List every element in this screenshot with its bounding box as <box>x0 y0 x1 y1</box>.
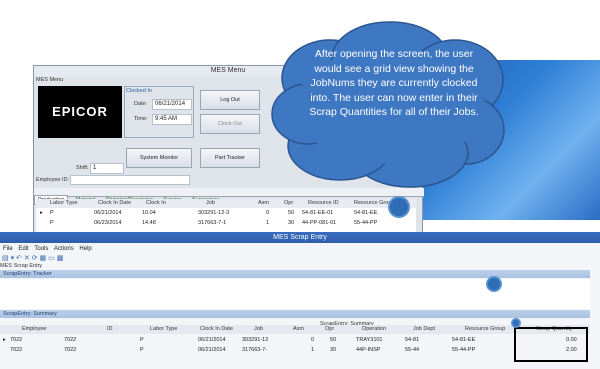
grid-header: Asm <box>258 200 269 206</box>
col-job-dept: Job Dept <box>413 326 436 332</box>
table-cell: 44P-INSP <box>356 347 381 353</box>
grid-header: Opr <box>284 200 294 206</box>
undo-icon[interactable]: ↶ <box>16 255 22 262</box>
table-cell: 317663-7- <box>242 347 268 353</box>
menu-actions[interactable]: Actions <box>54 246 74 252</box>
time-label: Time: <box>134 116 148 122</box>
employee-id-label: Employee ID: <box>36 177 70 183</box>
grid-header: Job <box>206 200 215 206</box>
col-clock-in-date: Clock In Date <box>200 326 234 332</box>
clocked-in-label: Clocked In <box>126 88 152 94</box>
grid-cell: 0 <box>266 210 270 216</box>
grid-cell: 303291-12-3 <box>198 210 230 216</box>
table-cell: 7022 <box>64 337 77 343</box>
col-opr: Opr <box>325 326 335 332</box>
col-labor-type: Labor Type <box>150 326 178 332</box>
grid-cell: 06/23/2014 <box>94 220 122 226</box>
menu-edit[interactable]: Edit <box>18 246 28 252</box>
table-cell: P <box>140 347 144 353</box>
date-label: Date: <box>134 101 148 107</box>
table-cell: 55-44 <box>405 347 420 353</box>
clock-out-button[interactable]: Clock Out <box>200 114 260 134</box>
menu-tools[interactable]: Tools <box>34 246 48 252</box>
time-field[interactable]: 9:45 AM <box>152 114 192 125</box>
col-asm: Asm <box>293 326 304 332</box>
log-out-button[interactable]: Log Out <box>200 90 260 110</box>
scrap-entry-section-label: MES Scrap Entry <box>0 263 43 269</box>
col-job: Job <box>254 326 263 332</box>
attach-icon[interactable]: ▭ <box>48 255 55 262</box>
scrap-quantity-highlight <box>514 327 588 362</box>
clocked-jobs-grid: Labor Type Clock In Date Clock In Job As… <box>36 199 416 233</box>
col-operation: Operation <box>362 326 387 332</box>
table-cell: 54-81-EE <box>452 337 476 343</box>
grid-cell: 30 <box>288 220 295 226</box>
callout-bubble-large <box>388 196 410 218</box>
tracker-band[interactable]: ScrapEntry: Tracker <box>0 270 590 278</box>
summary-band[interactable]: ScrapEntry: Summary <box>0 310 590 318</box>
grid-header: Clock In Date <box>98 200 132 206</box>
grid-icon[interactable]: ▩ <box>57 255 64 262</box>
shift-label: Shift: <box>76 165 89 171</box>
table-cell: P <box>140 337 144 343</box>
grid-cell: P <box>50 220 54 226</box>
col-resource-group: Resource Group <box>465 326 506 332</box>
grid-cell: P <box>50 210 54 216</box>
menu-bar: File Edit Tools Actions Help <box>0 246 92 252</box>
grid-cell: 50 <box>288 210 295 216</box>
save-icon[interactable]: ▾ <box>11 255 15 262</box>
scrap-entry-window: MES Scrap Entry File Edit Tools Actions … <box>0 232 600 369</box>
grid-header: Labor Type <box>50 200 78 206</box>
callout-bubble-medium <box>486 276 502 292</box>
table-cell: 06/21/2014 <box>198 337 226 343</box>
epicor-logo: EPICOR <box>38 86 122 138</box>
part-tracker-button[interactable]: Part Tracker <box>200 148 260 168</box>
grid-header: Clock In <box>146 200 166 206</box>
table-cell: 55-44-PP <box>452 347 476 353</box>
table-cell: 303291-12 <box>242 337 269 343</box>
grid-cell: 10.04 <box>142 210 156 216</box>
shift-field[interactable]: 1 <box>90 163 124 174</box>
grid-cell: 14.48 <box>142 220 156 226</box>
table-cell: 7022 <box>10 337 23 343</box>
grid-cell: 55-44-PP <box>354 220 378 226</box>
toolbar: ▤ ▾ ↶ ✕ ⟳ ▦ ▭ ▩ <box>2 254 63 262</box>
table-cell: 30 <box>330 347 337 353</box>
table-cell: 1 <box>311 347 315 353</box>
grid-cell: 54-81-EE <box>354 210 378 216</box>
callout-text: After opening the screen, the user would… <box>309 48 479 118</box>
table-cell: 0 <box>311 337 315 343</box>
table-cell: 06/21/2014 <box>198 347 226 353</box>
table-cell: 7022 <box>64 347 77 353</box>
mes-menu-subtitle: MES Menu <box>36 77 64 83</box>
table-cell: 54-81 <box>405 337 420 343</box>
row-selector-icon: ▸ <box>3 337 6 343</box>
grid-cell: 44-PP-081-01 <box>302 220 337 226</box>
table-cell: 50 <box>330 337 337 343</box>
grid-header: Resource ID <box>308 200 339 206</box>
refresh-icon[interactable]: ⟳ <box>32 255 38 262</box>
grid-cell: 06/21/2014 <box>94 210 122 216</box>
row-selector-icon: ▸ <box>40 210 43 216</box>
table-cell: 7022 <box>10 347 23 353</box>
menu-file[interactable]: File <box>3 246 13 252</box>
table-cell: TRAY3101 <box>356 337 383 343</box>
col-employee: Employee <box>22 326 47 332</box>
print-icon[interactable]: ▦ <box>40 255 47 262</box>
scrap-entry-title: MES Scrap Entry <box>0 232 600 243</box>
system-monitor-button[interactable]: System Monitor <box>126 148 192 168</box>
delete-icon[interactable]: ✕ <box>24 255 30 262</box>
grid-cell: 317663-7-1 <box>198 220 227 226</box>
grid-cell: 54-81-EE-01 <box>302 210 334 216</box>
date-field[interactable]: 06/21/2014 <box>152 99 192 110</box>
grid-cell: 1 <box>266 220 270 226</box>
menu-help[interactable]: Help <box>79 246 91 252</box>
employee-id-field[interactable] <box>70 175 190 185</box>
callout-bubble-small <box>511 318 521 328</box>
col-id: ID <box>107 326 113 332</box>
new-icon[interactable]: ▤ <box>2 255 9 262</box>
